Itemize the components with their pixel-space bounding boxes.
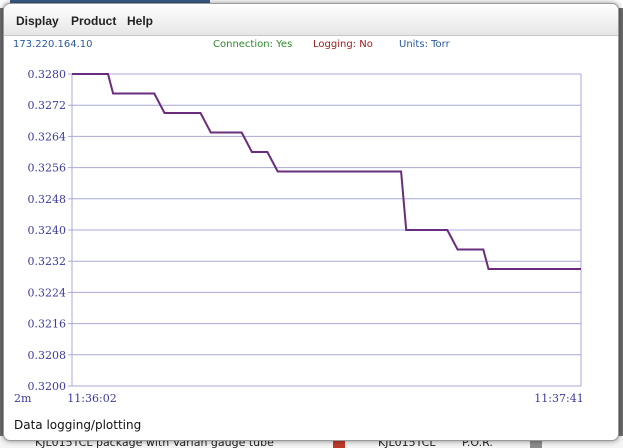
y-tick-label: 0.3208 — [28, 349, 67, 362]
x-tick-label: 2m — [14, 392, 32, 405]
status-bar: 173.220.164.10 Connection: Yes Logging: … — [4, 36, 618, 54]
logging-status: Logging: No — [313, 39, 373, 50]
y-tick-label: 0.3272 — [28, 99, 67, 112]
y-tick-label: 0.3280 — [28, 68, 67, 81]
menu-help[interactable]: Help — [127, 14, 153, 28]
y-tick-label: 0.3248 — [28, 193, 67, 206]
menu-bar: Display Product Help — [4, 4, 618, 36]
pressure-chart: 0.3280 0.3272 0.3264 0.3256 0.3248 0.3240 0.32… — [14, 68, 584, 405]
connection-status: Connection: Yes — [213, 39, 293, 50]
y-tick-label: 0.3232 — [28, 255, 67, 268]
chart-grid — [68, 73, 582, 387]
y-tick-label: 0.3200 — [28, 380, 67, 393]
chart-series-line — [72, 73, 581, 270]
y-tick-label: 0.3264 — [28, 130, 67, 143]
y-tick-label: 0.3240 — [28, 224, 67, 237]
y-tick-label: 0.3224 — [28, 286, 67, 299]
menu-display[interactable]: Display — [16, 14, 59, 28]
x-axis-ticks: 2m 11:36:02 11:37:41 — [14, 392, 584, 405]
x-tick-label: 11:36:02 — [67, 392, 116, 405]
y-axis-ticks: 0.3280 0.3272 0.3264 0.3256 0.3248 0.3240 0.32… — [28, 68, 67, 393]
y-tick-label: 0.3256 — [28, 162, 67, 175]
x-tick-label: 11:37:41 — [534, 392, 583, 405]
ip-address: 173.220.164.10 — [13, 39, 93, 50]
menu-product[interactable]: Product — [71, 14, 116, 28]
y-tick-label: 0.3216 — [28, 318, 67, 331]
app-window: Display Product Help 173.220.164.10 Conn… — [3, 3, 619, 441]
footer-label: Data logging/plotting — [14, 418, 142, 432]
units-status: Units: Torr — [399, 39, 450, 50]
